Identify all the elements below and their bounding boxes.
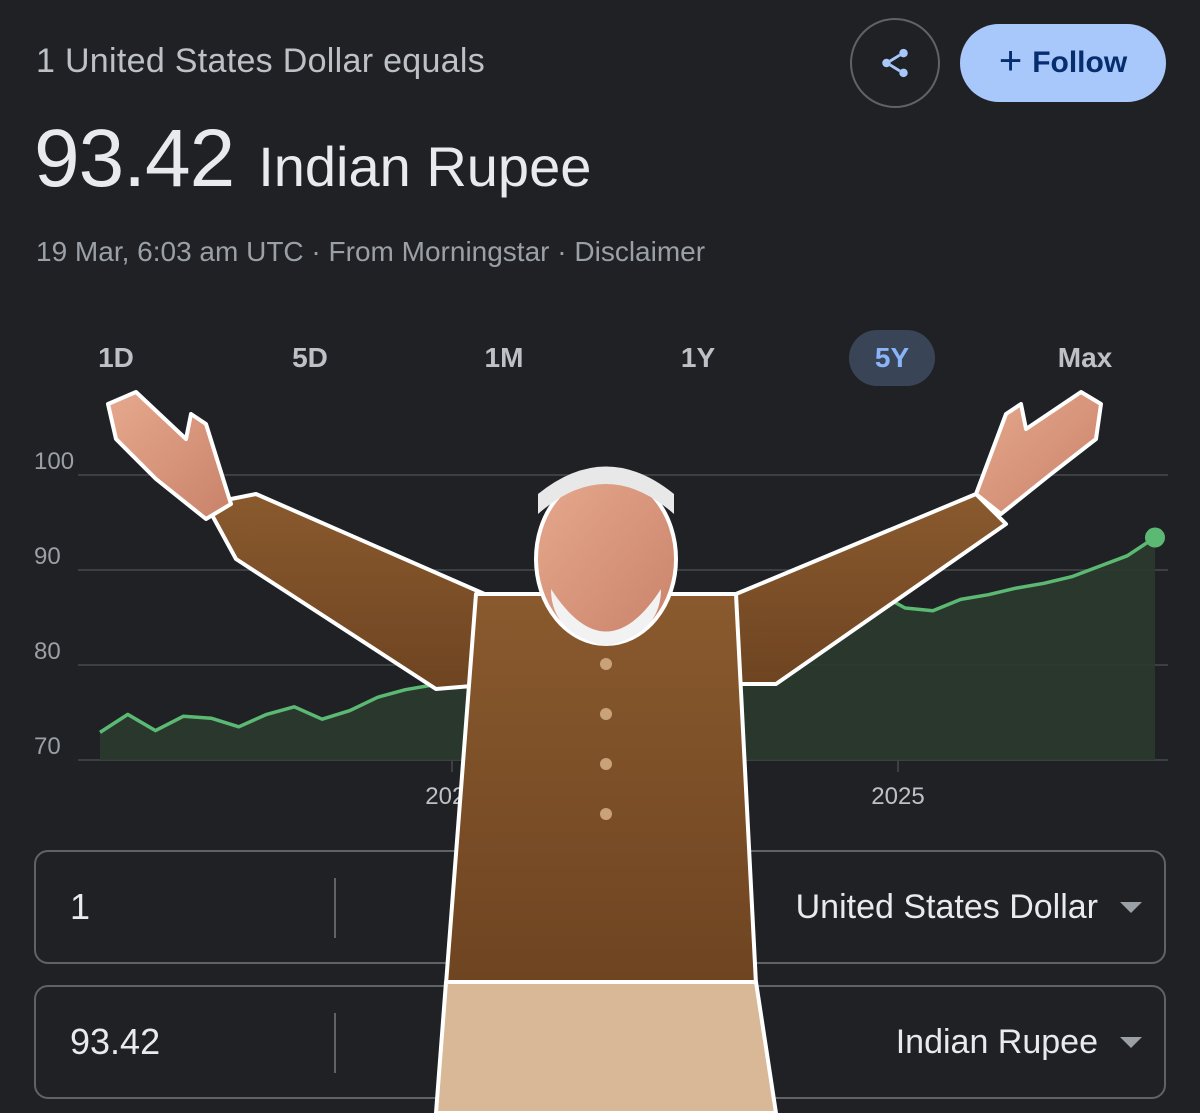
timestamp: 19 Mar, 6:03 am UTC — [36, 236, 304, 267]
rate-meta: 19 Mar, 6:03 am UTC · From Morningstar ·… — [36, 236, 705, 268]
separator: · — [549, 236, 575, 267]
tab-5y[interactable]: 5Y — [849, 330, 935, 386]
separator: · — [303, 236, 329, 267]
person-overlay-image — [106, 390, 1103, 1113]
source-link[interactable]: From Morningstar — [329, 236, 550, 267]
chevron-down-icon[interactable] — [1120, 1037, 1142, 1048]
share-button[interactable] — [850, 18, 940, 108]
tab-max[interactable]: Max — [1045, 330, 1125, 386]
y-tick-label: 90 — [34, 543, 61, 570]
chevron-down-icon[interactable] — [1120, 902, 1142, 913]
header-subtitle: 1 United States Dollar equals — [36, 42, 486, 80]
disclaimer-link[interactable]: Disclaimer — [574, 236, 705, 267]
exchange-rate: 93.42 Indian Rupee — [34, 112, 591, 206]
current-value-marker — [1145, 527, 1165, 548]
rate-currency: Indian Rupee — [258, 135, 592, 198]
range-tabs: 1D 5D 1M 1Y 5Y Max — [0, 330, 1200, 390]
plus-icon: + — [998, 39, 1023, 83]
amount-input[interactable]: 1 — [70, 852, 90, 962]
follow-button[interactable]: + Follow — [960, 24, 1166, 102]
follow-label: Follow — [1032, 46, 1128, 79]
tab-1y[interactable]: 1Y — [658, 330, 738, 386]
share-icon — [882, 48, 908, 78]
tab-5d[interactable]: 5D — [270, 330, 350, 386]
rate-value: 93.42 — [34, 113, 235, 204]
y-tick-label: 100 — [34, 448, 74, 475]
y-tick-label: 80 — [34, 638, 61, 665]
y-tick-label: 70 — [34, 733, 61, 760]
tab-1m[interactable]: 1M — [464, 330, 544, 386]
tab-1d[interactable]: 1D — [76, 330, 156, 386]
